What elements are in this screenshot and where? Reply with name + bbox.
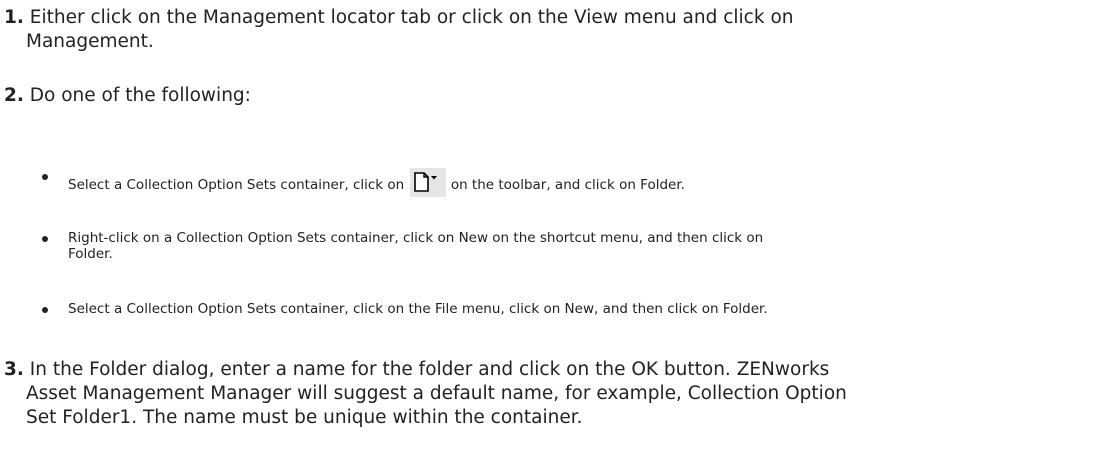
bullet-dot <box>42 174 48 180</box>
bullet-dot <box>42 236 48 242</box>
step-1: 1. Either click on the Management locato… <box>4 6 1064 54</box>
bullet-dot <box>42 307 48 313</box>
bullet-text: Right-click on a Collection Option Sets … <box>68 230 764 246</box>
step-number: 2. <box>4 85 24 106</box>
step-number: 1. <box>4 7 24 28</box>
step-text: Either click on the Management locator t… <box>29 7 794 28</box>
step-text-continued: Set Folder1. The name must be unique wit… <box>26 407 583 428</box>
bullet-item: Select a Collection Option Sets containe… <box>42 301 768 317</box>
step-text: Do one of the following: <box>29 85 251 106</box>
bullet-text: on the toolbar, and click on Folder. <box>450 177 685 193</box>
bullet-text: Select a Collection Option Sets containe… <box>68 177 405 193</box>
step-text-continued: Asset Management Manager will suggest a … <box>26 383 847 404</box>
step-number: 3. <box>4 359 24 380</box>
step-3: 3. In the Folder dialog, enter a name fo… <box>4 358 1094 430</box>
step-text-continued: Management. <box>26 31 154 52</box>
bullet-text: Select a Collection Option Sets containe… <box>68 301 768 317</box>
bullet-item: Select a Collection Option Sets containe… <box>42 168 685 197</box>
bullet-item: Right-click on a Collection Option Sets … <box>42 230 1062 262</box>
new-document-dropdown-icon <box>409 168 446 197</box>
step-text: In the Folder dialog, enter a name for t… <box>29 359 830 380</box>
bullet-text-continued: Folder. <box>68 246 113 262</box>
step-2: 2. Do one of the following: <box>4 84 251 108</box>
